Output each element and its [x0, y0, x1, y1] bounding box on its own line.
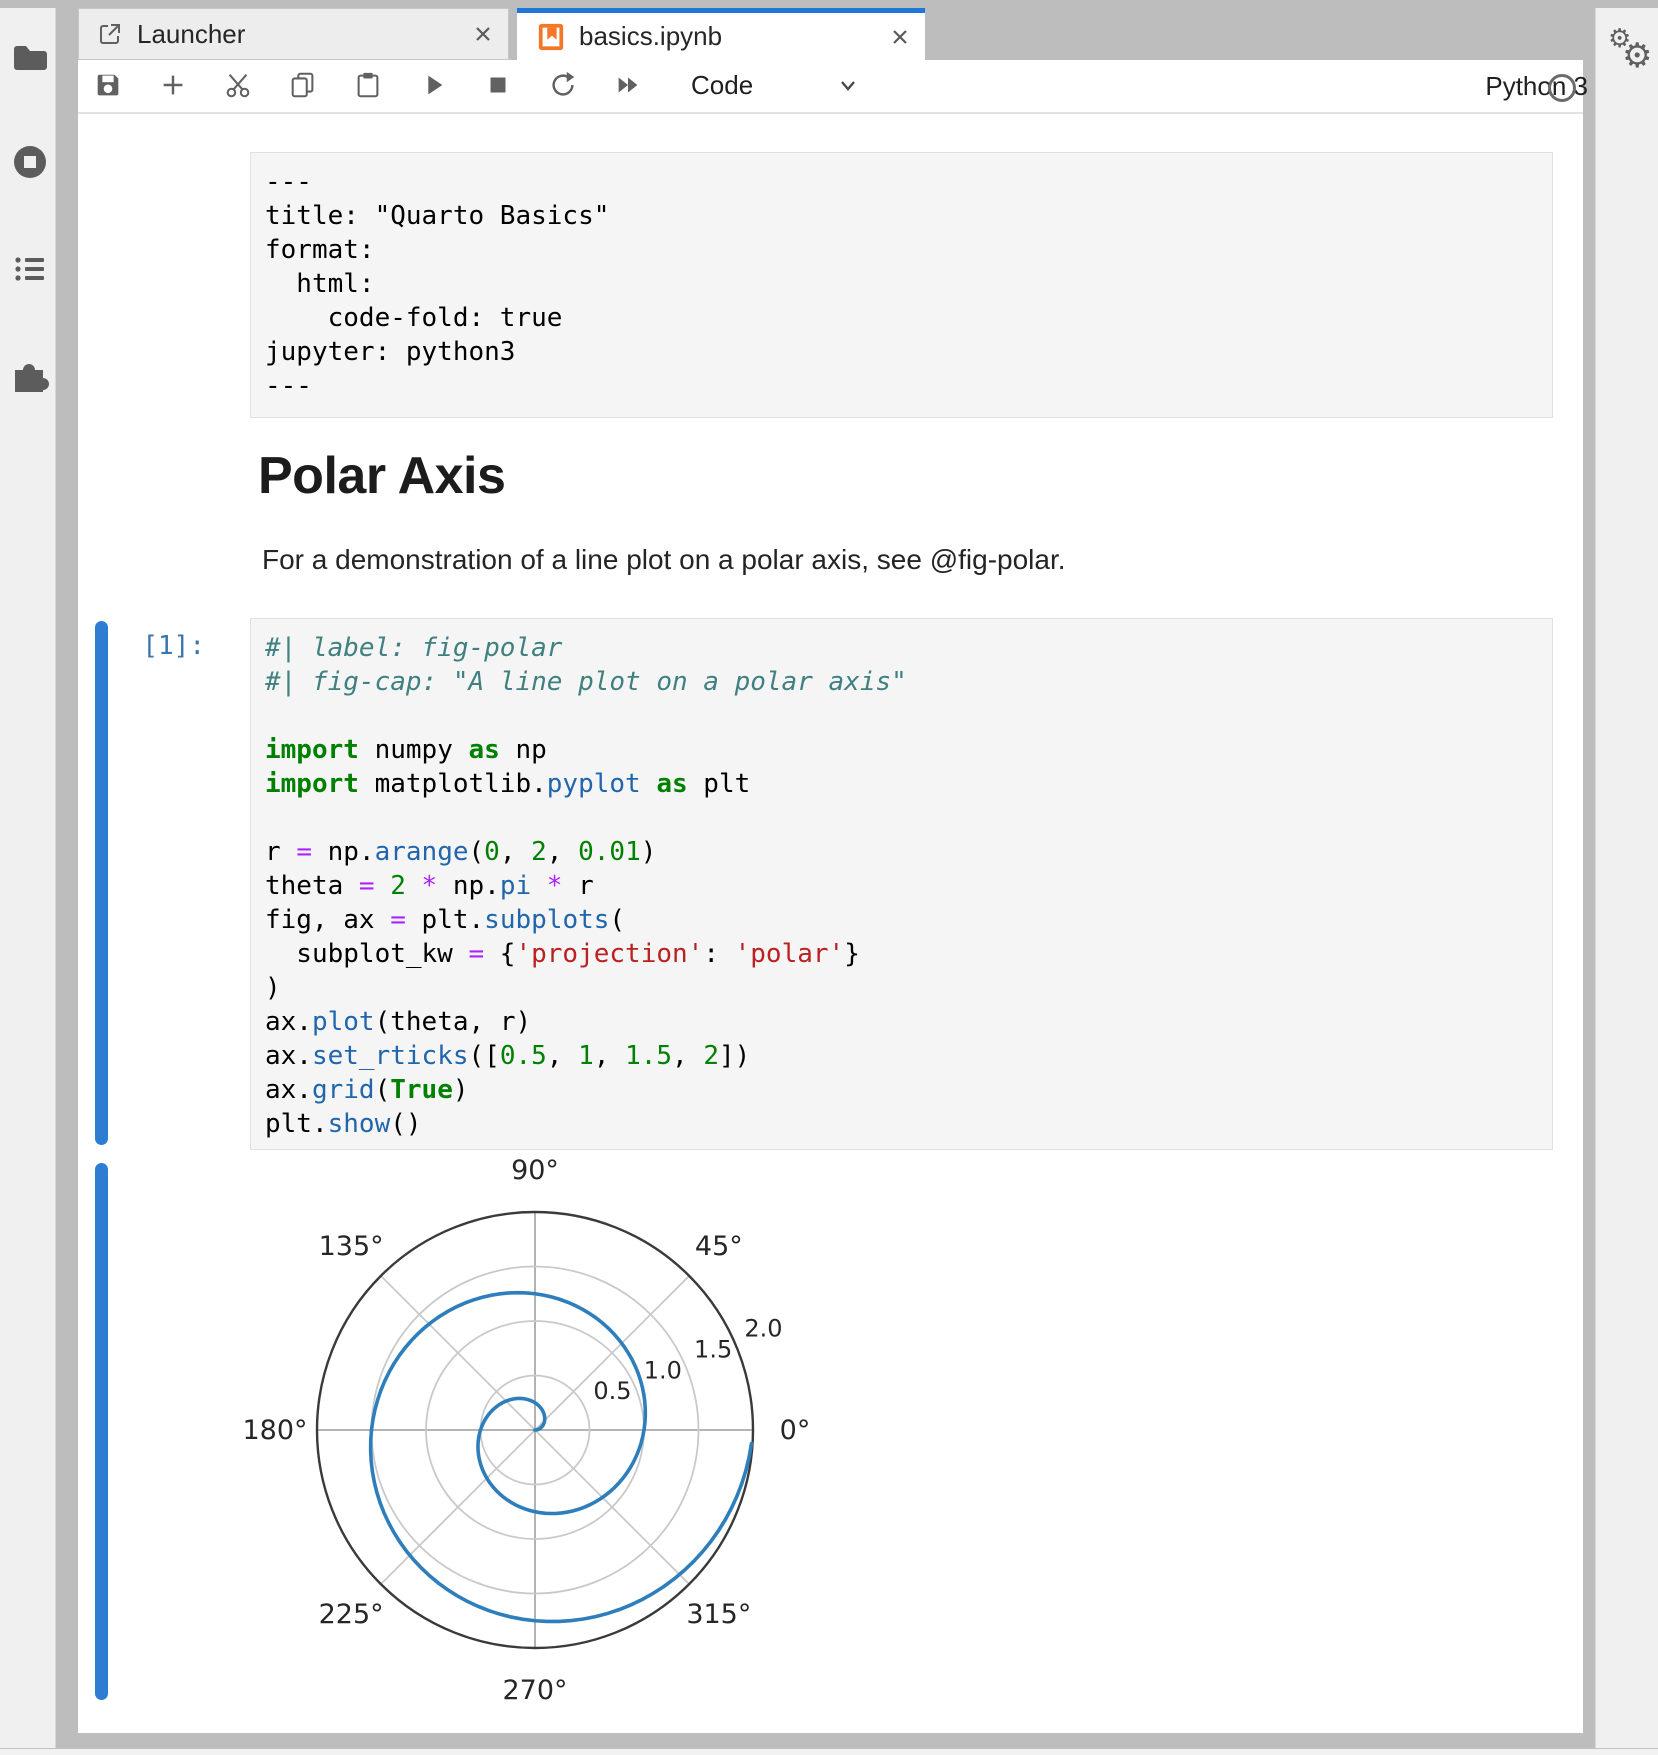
- stop-icon[interactable]: [482, 69, 514, 101]
- raw-cell[interactable]: --- title: "Quarto Basics" format: html:…: [250, 152, 1553, 418]
- input-collapser[interactable]: [95, 621, 108, 1145]
- code-line: #| fig-cap: "A line plot on a polar axis…: [265, 665, 1538, 699]
- code-line: ax.set_rticks([0.5, 1, 1.5, 2]): [265, 1039, 1538, 1073]
- settings-gears-icon[interactable]: ⚙ ⚙: [1608, 24, 1654, 70]
- code-line: import matplotlib.pyplot as plt: [265, 767, 1538, 801]
- dropdown-chevron-icon[interactable]: [832, 69, 864, 101]
- code-cell-editor[interactable]: #| label: fig-polar#| fig-cap: "A line p…: [251, 619, 1552, 1153]
- code-line: ): [265, 971, 1538, 1005]
- code-line: theta = 2 * np.pi * r: [265, 869, 1538, 903]
- close-icon[interactable]: [472, 23, 494, 45]
- tab-launcher-label: Launcher: [137, 19, 245, 50]
- cut-cells-icon[interactable]: [222, 69, 254, 101]
- tab-notebook-label: basics.ipynb: [579, 21, 722, 52]
- code-line: fig, ax = plt.subplots(: [265, 903, 1538, 937]
- code-line: ax.grid(True): [265, 1073, 1538, 1107]
- markdown-paragraph: For a demonstration of a line plot on a …: [262, 544, 1066, 576]
- save-icon[interactable]: [92, 69, 124, 101]
- svg-text:180°: 180°: [245, 1415, 308, 1446]
- right-sidebar: [1595, 8, 1658, 1748]
- svg-text:1.5: 1.5: [694, 1335, 732, 1363]
- polar-figure: 0° 45° 90° 135° 180° 225° 270° 315° 0.5 1.0 1.5 2.0: [245, 1150, 845, 1720]
- code-cell[interactable]: #| label: fig-polar#| fig-cap: "A line p…: [250, 618, 1553, 1150]
- execution-count: [1]:: [60, 631, 205, 661]
- r-tick-labels: 0.5 1.0 1.5 2.0: [593, 1315, 782, 1406]
- tab-notebook[interactable]: basics.ipynb: [517, 8, 925, 60]
- svg-text:225°: 225°: [319, 1599, 384, 1630]
- tab-bar: Launcher basics.ipynb: [78, 8, 1583, 60]
- tab-launcher[interactable]: Launcher: [78, 8, 509, 60]
- code-line: r = np.arange(0, 2, 0.01): [265, 835, 1538, 869]
- svg-text:315°: 315°: [686, 1599, 751, 1630]
- svg-text:0.5: 0.5: [593, 1377, 631, 1405]
- code-line: import numpy as np: [265, 733, 1538, 767]
- page-title: Polar Axis: [258, 446, 505, 506]
- table-of-contents-icon[interactable]: [10, 248, 50, 288]
- launcher-icon: [97, 21, 123, 47]
- add-cell-icon[interactable]: [157, 69, 189, 101]
- code-line: ax.plot(theta, r): [265, 1005, 1538, 1039]
- cell-type-dropdown[interactable]: Code: [691, 70, 753, 101]
- restart-kernel-icon[interactable]: [547, 69, 579, 101]
- run-icon[interactable]: [417, 69, 449, 101]
- running-kernels-icon[interactable]: [10, 142, 50, 182]
- code-line: [265, 801, 1538, 835]
- notebook-toolbar: Code Python 3: [78, 60, 1583, 114]
- svg-text:135°: 135°: [319, 1231, 384, 1262]
- code-line: [265, 699, 1538, 733]
- close-icon[interactable]: [889, 26, 911, 48]
- code-line: plt.show(): [265, 1107, 1538, 1141]
- left-activity-bar: [0, 8, 56, 1748]
- notebook-file-icon: [537, 22, 565, 52]
- polar-plot: 0° 45° 90° 135° 180° 225° 270° 315° 0.5 1.0 1.5 2.0: [245, 1150, 845, 1720]
- paste-cells-icon[interactable]: [352, 69, 384, 101]
- code-line: #| label: fig-polar: [265, 631, 1538, 665]
- output-collapser[interactable]: [95, 1163, 108, 1700]
- extensions-icon[interactable]: [10, 354, 50, 394]
- code-line: subplot_kw = {'projection': 'polar'}: [265, 937, 1538, 971]
- kernel-status-icon[interactable]: [1545, 71, 1579, 105]
- svg-text:90°: 90°: [511, 1155, 559, 1186]
- svg-text:45°: 45°: [695, 1231, 743, 1262]
- files-icon[interactable]: [10, 38, 50, 78]
- svg-text:2.0: 2.0: [744, 1315, 782, 1343]
- restart-run-all-icon[interactable]: [612, 69, 644, 101]
- svg-text:0°: 0°: [780, 1415, 811, 1446]
- svg-text:1.0: 1.0: [644, 1356, 682, 1384]
- svg-text:270°: 270°: [502, 1675, 567, 1706]
- copy-cells-icon[interactable]: [287, 69, 319, 101]
- raw-cell-editor[interactable]: --- title: "Quarto Basics" format: html:…: [251, 153, 1552, 415]
